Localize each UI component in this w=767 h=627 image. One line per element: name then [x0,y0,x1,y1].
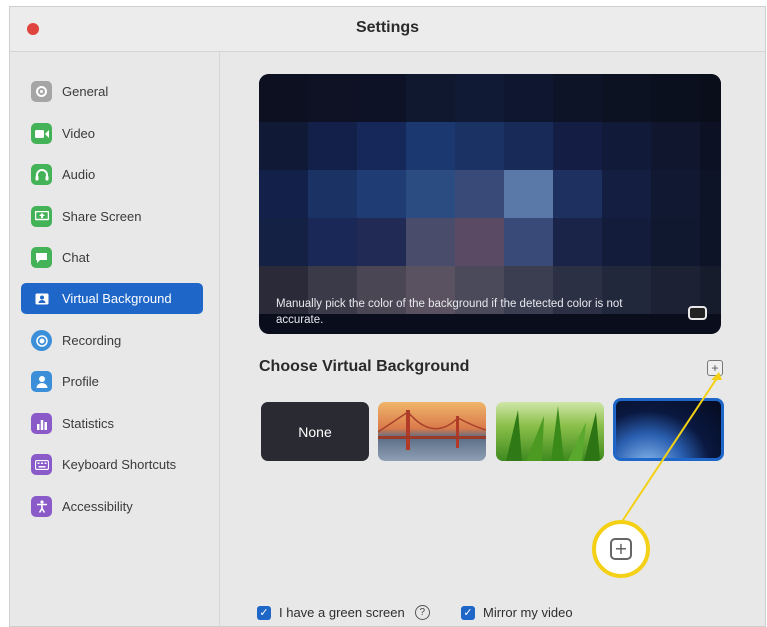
sidebar-item-chat[interactable]: Chat [21,242,203,273]
share-screen-icon [31,206,52,227]
sidebar-item-label: General [62,84,109,99]
headphones-icon [31,164,52,185]
section-title: Choose Virtual Background [259,358,470,375]
title-bar: Settings [10,7,765,52]
sidebar-item-label: Virtual Background [62,291,172,306]
sidebar-item-label: Audio [62,167,96,182]
keyboard-icon [31,454,52,475]
mirror-video-option[interactable]: ✓ Mirror my video [461,605,573,620]
sidebar-item-audio[interactable]: Audio [21,159,203,190]
sidebar-item-accessibility[interactable]: Accessibility [21,491,203,522]
window-title: Settings [355,19,420,36]
person-icon [31,371,52,392]
sidebar-item-recording[interactable]: Recording [21,325,203,356]
mirror-video-checkbox[interactable]: ✓ [461,605,475,620]
background-thumbnail-none[interactable]: None [261,402,369,461]
sidebar-item-keyboard-shortcuts[interactable]: Keyboard Shortcuts [21,449,203,480]
sidebar-item-statistics[interactable]: Statistics [21,408,203,439]
green-screen-checkbox[interactable]: ✓ [257,605,271,620]
sidebar-item-label: Accessibility [62,499,133,514]
settings-window: Settings General Video Audio Share Scree… [9,6,766,627]
mirror-video-label: Mirror my video [483,605,573,620]
sidebar-item-label: Statistics [62,416,115,431]
gear-icon [31,81,52,102]
sidebar-item-profile[interactable]: Profile [21,366,203,397]
preview-caption: Manually pick the color of the backgroun… [276,298,623,326]
green-screen-label: I have a green screen [279,605,405,620]
sidebar-item-label: Keyboard Shortcuts [62,457,177,472]
background-thumbnail-golden-gate[interactable] [378,402,486,461]
plus-icon: + [610,538,632,560]
video-preview: Manually pick the color of the backgroun… [259,74,721,334]
callout-add-background-magnified: + [592,520,650,578]
settings-sidebar: General Video Audio Share Screen Chat Vi… [10,52,220,626]
sidebar-item-virtual-background[interactable]: Virtual Background [21,283,203,314]
sidebar-item-label: Profile [62,374,99,389]
green-screen-option[interactable]: ✓ I have a green screen ? [257,605,430,620]
add-background-button[interactable]: + [707,360,723,376]
video-camera-icon [31,123,52,144]
sidebar-item-general[interactable]: General [21,76,203,107]
pixelated-background-preview [259,74,721,314]
person-card-icon [31,288,52,309]
grass-image [506,406,600,461]
sidebar-item-label: Chat [62,250,90,265]
caption-toggle-icon[interactable] [688,306,707,320]
accessibility-icon [31,496,52,517]
sidebar-item-label: Video [62,126,96,141]
background-thumbnail-space[interactable] [613,398,724,461]
chat-bubble-icon [31,247,52,268]
sidebar-item-label: Recording [62,333,122,348]
bridge-image [378,410,486,450]
virtual-background-panel: Manually pick the color of the backgroun… [220,52,765,626]
background-thumbnail-grass[interactable] [496,402,604,461]
bar-chart-icon [31,413,52,434]
sidebar-item-share-screen[interactable]: Share Screen [21,201,203,232]
sidebar-item-label: Share Screen [62,209,142,224]
sidebar-item-video[interactable]: Video [21,118,203,149]
record-icon [31,330,52,351]
help-icon[interactable]: ? [414,605,430,620]
